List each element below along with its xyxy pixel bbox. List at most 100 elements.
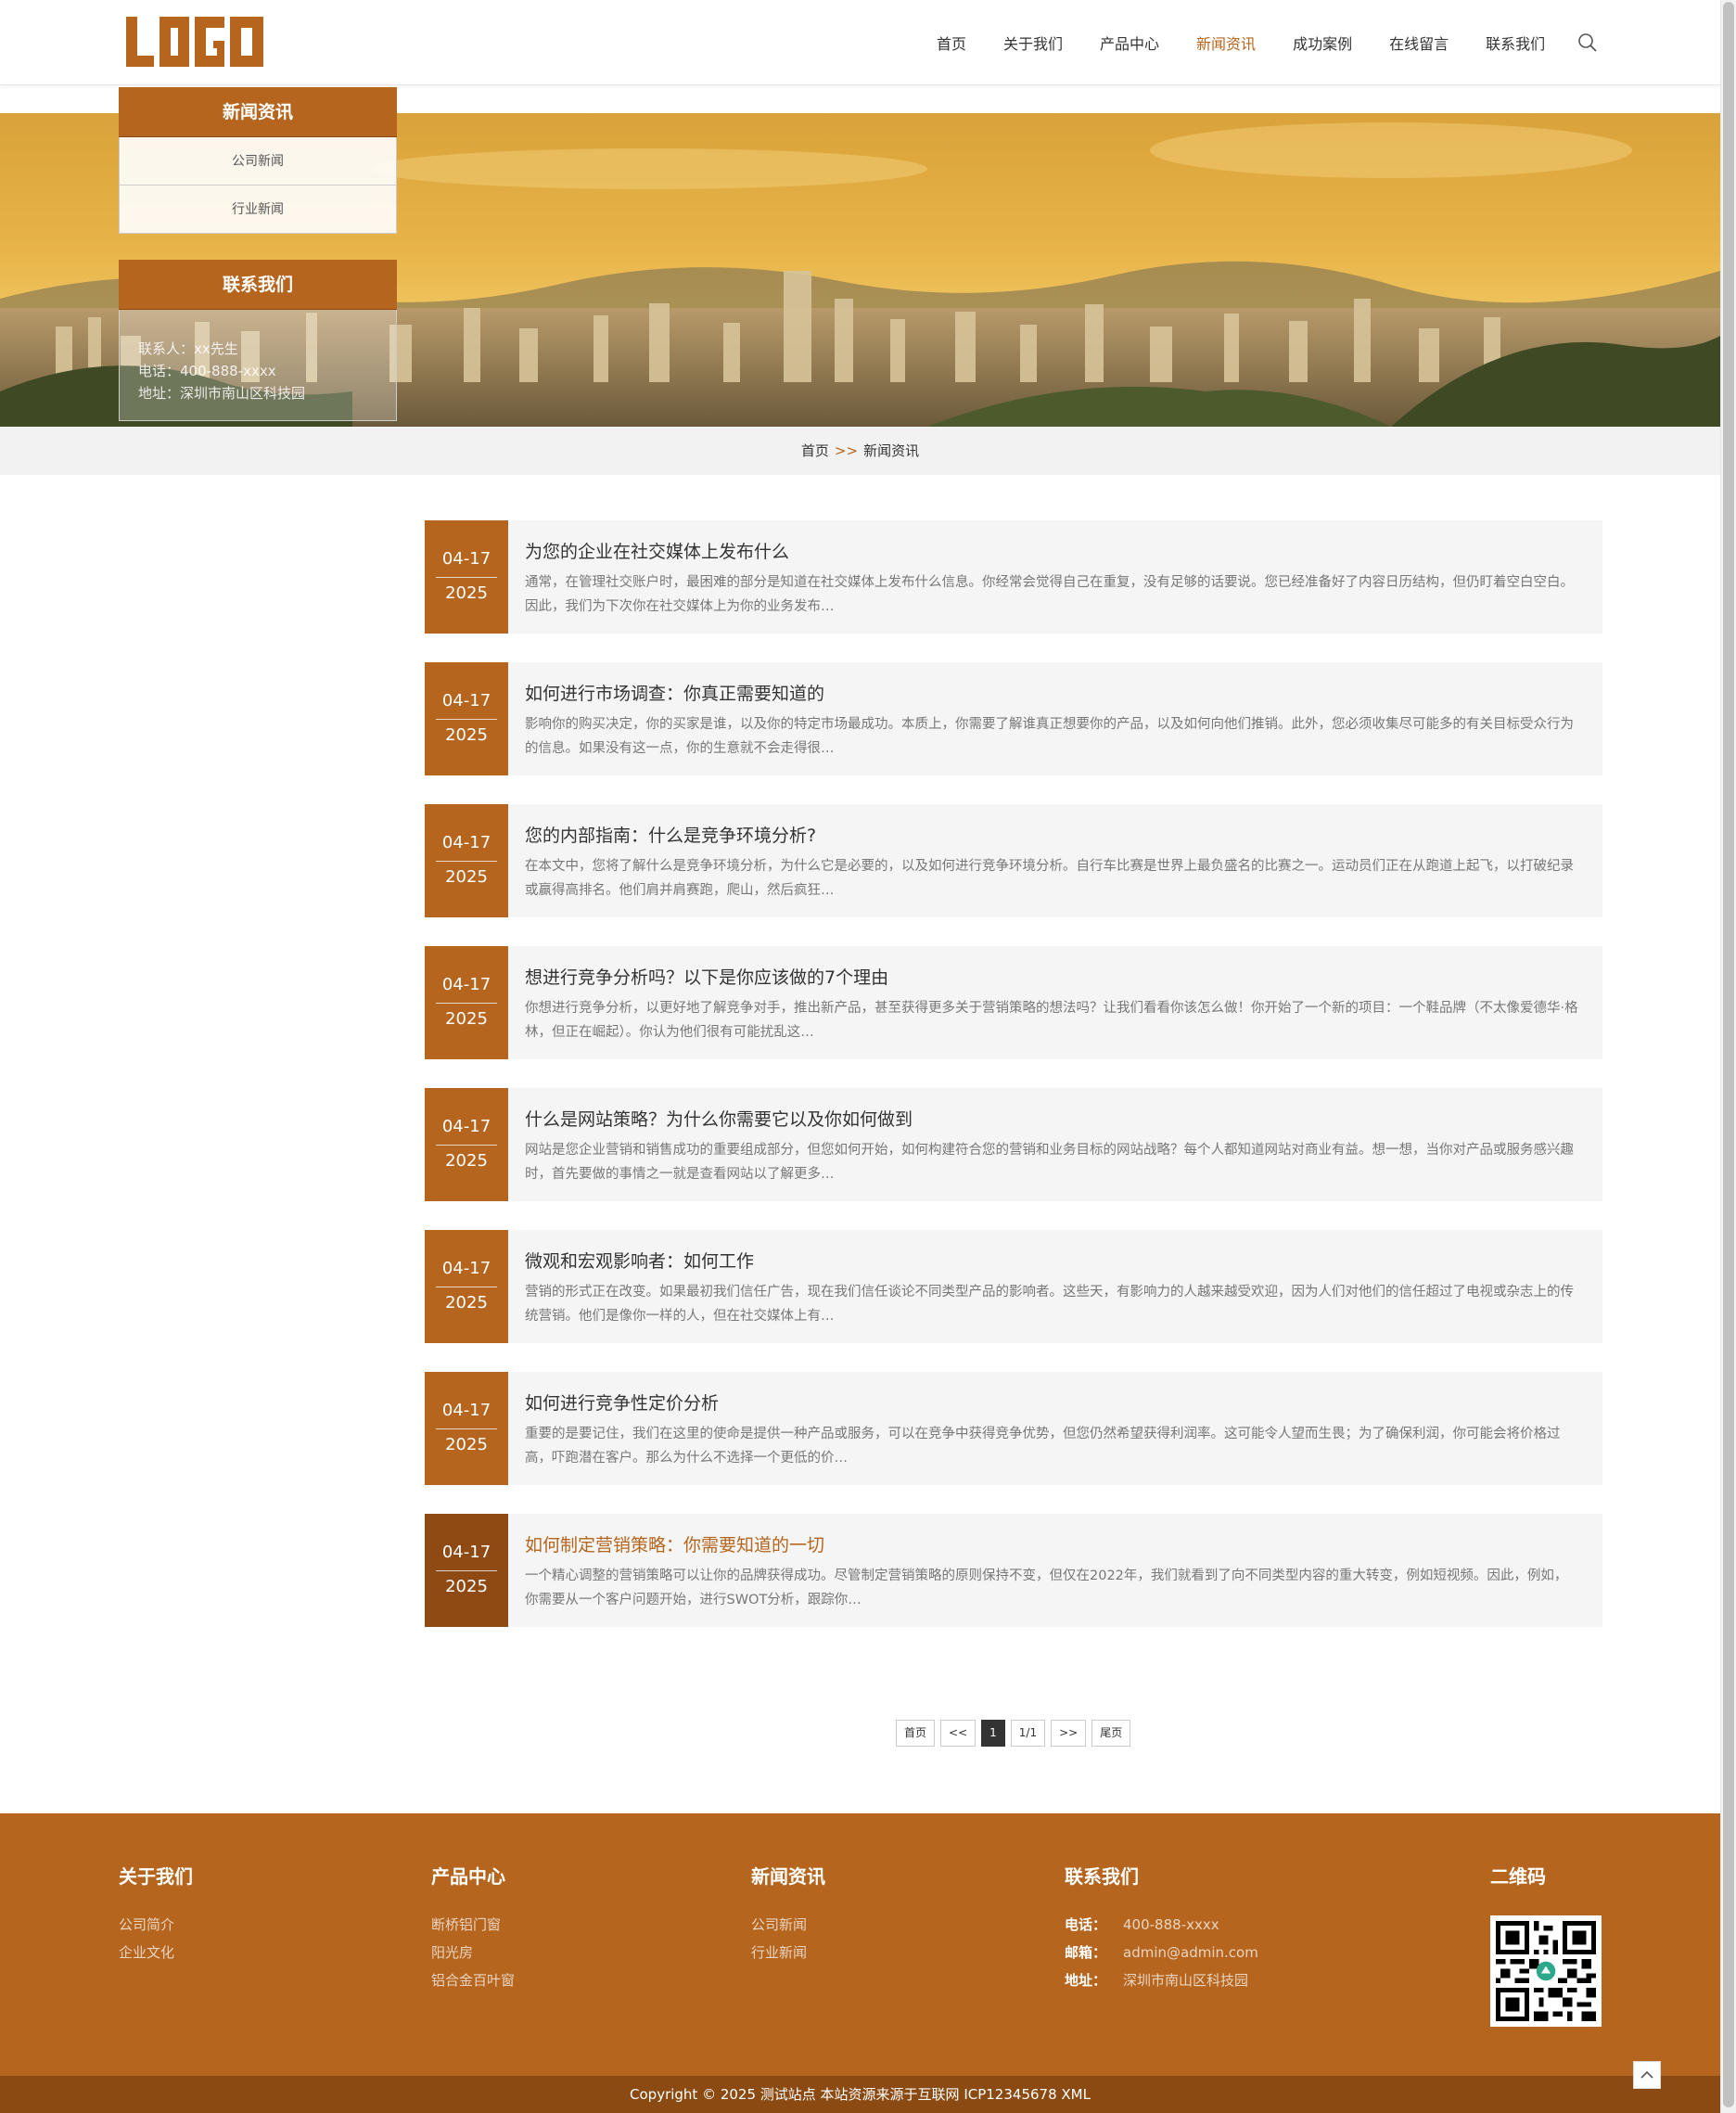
sidebar-contact-title: 联系我们 — [119, 260, 397, 310]
footer-phone: 电话： 400-888-xxxx — [1065, 1911, 1258, 1939]
nav-contact[interactable]: 联系我们 — [1486, 32, 1545, 54]
page-next-button[interactable]: >> — [1051, 1720, 1087, 1747]
news-item[interactable]: 04-17 2025 为您的企业在社交媒体上发布什么通常，在管理社交账户时，最困难… — [425, 520, 1602, 634]
sidebar-item-industry-news[interactable]: 行业新闻 — [119, 186, 397, 234]
news-date: 04-17 — [441, 1259, 491, 1278]
news-date-badge: 04-17 2025 — [425, 1230, 508, 1343]
footer-products-title: 产品中心 — [431, 1865, 505, 1888]
news-date-badge: 04-17 2025 — [425, 1514, 508, 1627]
news-year: 2025 — [445, 1435, 488, 1454]
news-summary: 你想进行竞争分析，以更好地了解竞争对手，推出新产品，甚至获得更多关于营销策略的想… — [525, 1001, 1578, 1040]
news-title[interactable]: 如何制定营销策略：你需要知道的一切 — [525, 1532, 1580, 1558]
news-item[interactable]: 04-17 2025 您的内部指南：什么是竞争环境分析? 在本文中，您将了解什么是竞… — [425, 804, 1602, 917]
news-summary: 网站是您企业营销和销售成功的重要组成部分，但您如何开始，如何构建符合您的营销和业… — [525, 1143, 1574, 1182]
sidebar-contact-person: 联系人：xx先生 — [138, 340, 238, 357]
news-title[interactable]: 什么是网站策略？为什么你需要它以及你如何做到 — [525, 1107, 1580, 1133]
main-nav: 首页 关于我们 产品中心 新闻资讯 成功案例 在线留言 联系我们 — [918, 0, 1564, 85]
page-last-button[interactable]: 尾页 — [1091, 1720, 1131, 1747]
footer-link-product-3[interactable]: 铝合金百叶窗 — [431, 1966, 515, 1994]
news-item[interactable]: 04-17 2025 如何进行市场调查：你真正需要知道的影响你的购买决定，你的买家… — [425, 662, 1602, 775]
news-date-badge: 04-17 2025 — [425, 662, 508, 775]
sidebar-title: 新闻资讯 — [119, 87, 397, 137]
sidebar-item-company-news[interactable]: 公司新闻 — [119, 137, 397, 186]
breadcrumb-current[interactable]: 新闻资讯 — [863, 442, 919, 459]
news-summary: 通常，在管理社交账户时，最困难的部分是知道在社交媒体上发布什么信息。你经常会觉得… — [525, 575, 1574, 614]
site-footer: 关于我们 公司简介 企业文化 产品中心 断桥铝门窗 阳光房 铝合金百叶窗 新闻资… — [0, 1813, 1720, 2076]
news-item[interactable]: 04-17 2025 微观和宏观影响者：如何工作营销的形式正在改变。如果最初我们信… — [425, 1230, 1602, 1343]
news-year: 2025 — [445, 1009, 488, 1029]
news-title[interactable]: 为您的企业在社交媒体上发布什么 — [525, 539, 1580, 565]
breadcrumb-home[interactable]: 首页 — [801, 442, 829, 459]
news-title[interactable]: 您的内部指南：什么是竞争环境分析? — [525, 823, 1580, 849]
news-item-hovered[interactable]: 04-17 2025 如何制定营销策略：你需要知道的一切一个精心调整的营销策略可以… — [425, 1514, 1602, 1627]
footer-link-culture[interactable]: 企业文化 — [119, 1939, 193, 1966]
page-scrollbar[interactable] — [1720, 0, 1736, 2113]
news-year: 2025 — [445, 725, 488, 745]
back-to-top-button[interactable] — [1633, 2061, 1661, 2089]
news-summary: 影响你的购买决定，你的买家是谁，以及你的特定市场最成功。本质上，你需要了解谁真正… — [525, 717, 1574, 756]
footer-link-company-news[interactable]: 公司新闻 — [751, 1911, 825, 1939]
page-first-button[interactable]: 首页 — [896, 1720, 936, 1747]
news-title[interactable]: 如何进行市场调查：你真正需要知道的 — [525, 681, 1580, 707]
footer-products: 产品中心 断桥铝门窗 阳光房 铝合金百叶窗 — [431, 1862, 515, 1994]
sidebar-contact-phone: 电话：400-888-xxxx — [138, 363, 276, 379]
page-current[interactable]: 1 — [981, 1720, 1005, 1747]
footer-link-company-intro[interactable]: 公司简介 — [119, 1911, 193, 1939]
footer-address-label: 地址： — [1065, 1972, 1107, 1989]
footer-email-value[interactable]: admin@admin.com — [1123, 1944, 1258, 1961]
news-title[interactable]: 想进行竞争分析吗？以下是你应该做的7个理由 — [525, 965, 1580, 991]
footer-address: 地址： 深圳市南山区科技园 — [1065, 1966, 1258, 1994]
date-divider — [436, 1003, 497, 1004]
footer-email: 邮箱： admin@admin.com — [1065, 1939, 1258, 1966]
news-date-badge: 04-17 2025 — [425, 1088, 508, 1201]
footer-email-label: 邮箱： — [1065, 1944, 1107, 1961]
nav-message[interactable]: 在线留言 — [1389, 32, 1449, 54]
news-title[interactable]: 微观和宏观影响者：如何工作 — [525, 1249, 1580, 1274]
news-summary: 一个精心调整的营销策略可以让你的品牌获得成功。尽管制定营销策略的原则保持不变，但… — [525, 1569, 1568, 1607]
scrollbar-thumb[interactable] — [1723, 2, 1734, 2107]
news-date-badge: 04-17 2025 — [425, 946, 508, 1059]
date-divider — [436, 577, 497, 578]
footer-news-title: 新闻资讯 — [751, 1865, 825, 1888]
page-prev-button[interactable]: << — [940, 1720, 976, 1747]
sidebar: 新闻资讯 公司新闻 行业新闻 联系我们 联系人：xx先生 电话：400-888-… — [119, 87, 397, 421]
footer-link-industry-news[interactable]: 行业新闻 — [751, 1939, 825, 1966]
site-logo[interactable] — [124, 15, 265, 69]
news-title[interactable]: 如何进行竞争性定价分析 — [525, 1390, 1580, 1416]
nav-cases[interactable]: 成功案例 — [1293, 32, 1352, 54]
footer-phone-label: 电话： — [1065, 1916, 1107, 1933]
news-date-badge: 04-17 2025 — [425, 1372, 508, 1485]
news-item[interactable]: 04-17 2025 什么是网站策略？为什么你需要它以及你如何做到网站是您企业营销… — [425, 1088, 1602, 1201]
footer-link-product-2[interactable]: 阳光房 — [431, 1939, 515, 1966]
news-summary: 营销的形式正在改变。如果最初我们信任广告，现在我们信任谈论不同类型产品的影响者。… — [525, 1285, 1574, 1324]
footer-contact: 联系我们 电话： 400-888-xxxx 邮箱： admin@admin.com … — [1065, 1862, 1258, 1994]
chevron-up-icon — [1640, 2070, 1653, 2079]
news-date: 04-17 — [441, 975, 491, 994]
search-icon[interactable] — [1576, 32, 1599, 54]
nav-home[interactable]: 首页 — [937, 32, 966, 54]
news-summary: 重要的是要记住，我们在这里的使命是提供一种产品或服务，可以在竞争中获得竞争优势，… — [525, 1427, 1561, 1466]
footer-qr-title: 二维码 — [1490, 1865, 1546, 1888]
sidebar-contact-address: 地址：深圳市南山区科技园 — [138, 385, 306, 402]
footer-qr: 二维码 — [1490, 1862, 1546, 1911]
site-header: 首页 关于我们 产品中心 新闻资讯 成功案例 在线留言 联系我们 — [0, 0, 1720, 85]
nav-about[interactable]: 关于我们 — [1003, 32, 1063, 54]
date-divider — [436, 861, 497, 862]
breadcrumb-separator: >> — [834, 442, 859, 459]
footer-news: 新闻资讯 公司新闻 行业新闻 — [751, 1862, 825, 1966]
news-summary: 在本文中，您将了解什么是竞争环境分析，为什么它是必要的，以及如何进行竞争环境分析… — [525, 859, 1574, 898]
news-date: 04-17 — [441, 1117, 491, 1136]
news-date: 04-17 — [441, 691, 491, 711]
footer-phone-value: 400-888-xxxx — [1123, 1916, 1219, 1933]
nav-news[interactable]: 新闻资讯 — [1196, 32, 1256, 54]
news-item[interactable]: 04-17 2025 想进行竞争分析吗？以下是你应该做的7个理由你想进行竞争分析，… — [425, 946, 1602, 1059]
footer-link-product-1[interactable]: 断桥铝门窗 — [431, 1911, 515, 1939]
news-item[interactable]: 04-17 2025 如何进行竞争性定价分析重要的是要记住，我们在这里的使命是提供… — [425, 1372, 1602, 1485]
date-divider — [436, 719, 497, 720]
news-date: 04-17 — [441, 1543, 491, 1562]
news-date: 04-17 — [441, 833, 491, 852]
date-divider — [436, 1145, 497, 1146]
nav-products[interactable]: 产品中心 — [1100, 32, 1159, 54]
copyright-text: Copyright © 2025 测试站点 本站资源来源于互联网 ICP1234… — [630, 2086, 1091, 2103]
news-date-badge: 04-17 2025 — [425, 520, 508, 634]
